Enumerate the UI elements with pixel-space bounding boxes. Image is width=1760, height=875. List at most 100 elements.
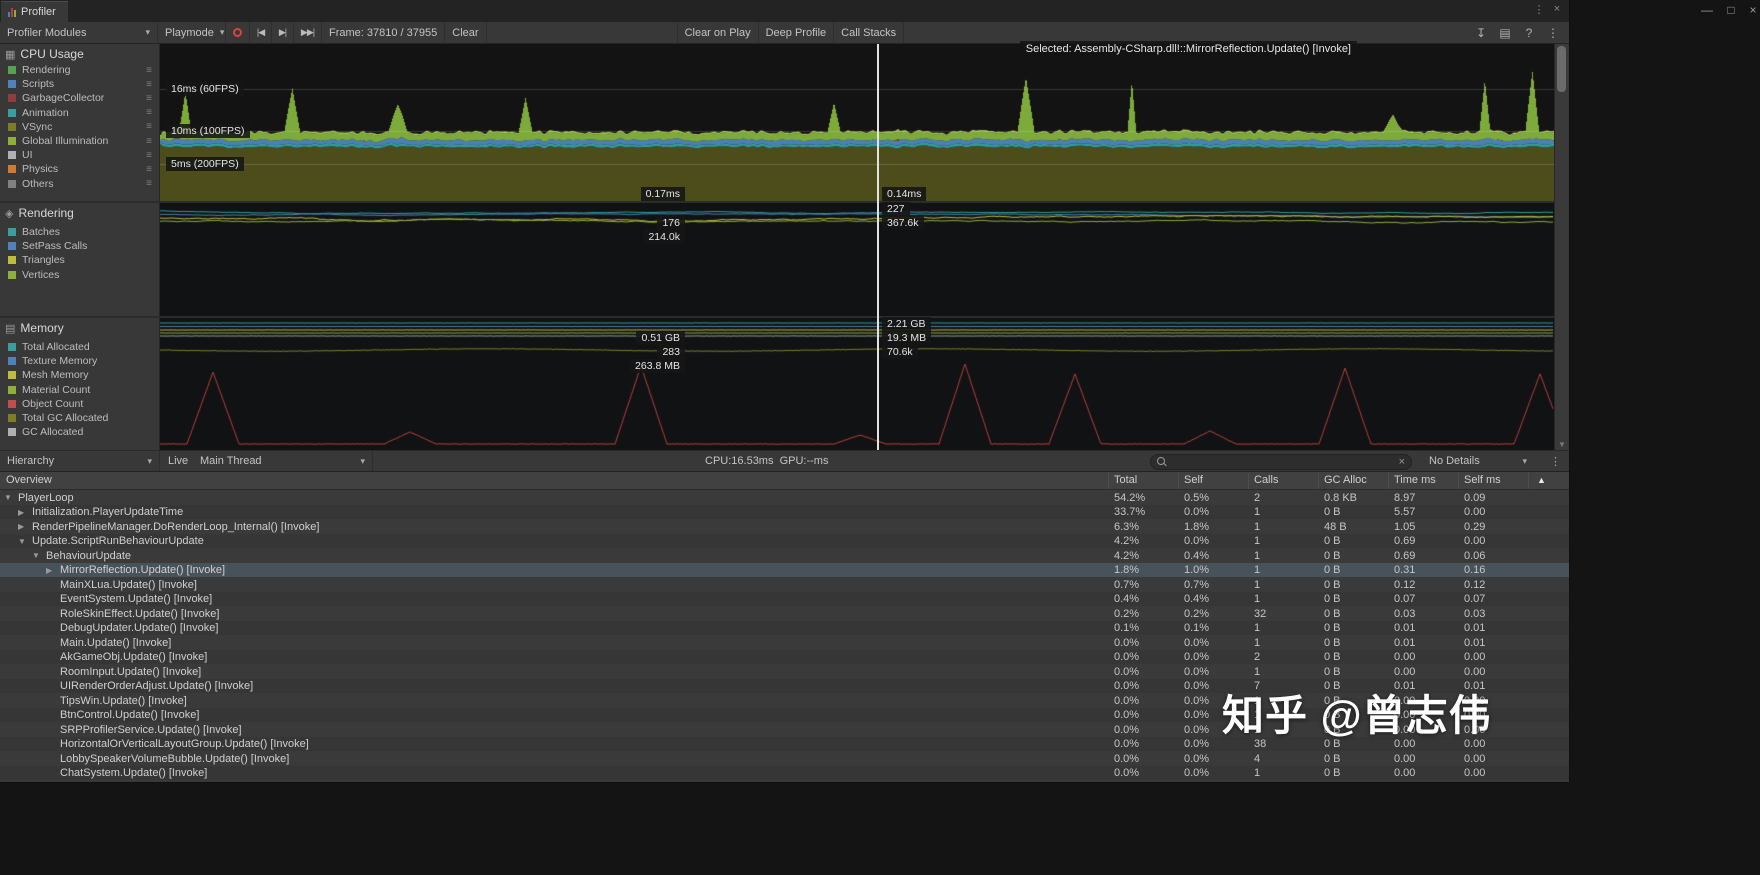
charts-area[interactable] xyxy=(160,44,1554,450)
charts-scrollbar[interactable]: ▼ xyxy=(1554,44,1568,450)
drag-handle-icon[interactable]: ≡ xyxy=(146,178,152,189)
drag-handle-icon[interactable]: ≡ xyxy=(146,150,152,161)
scrollbar-thumb[interactable] xyxy=(1557,46,1566,92)
view-mode-dropdown[interactable]: Hierarchy ▾ xyxy=(0,451,160,471)
legend-item-object-count[interactable]: Object Count xyxy=(0,397,160,411)
rendering-chart[interactable] xyxy=(160,203,1554,316)
memory-chart[interactable] xyxy=(160,318,1554,450)
maximize-icon[interactable]: □ xyxy=(1722,3,1740,17)
legend-item-others[interactable]: Others ≡ xyxy=(0,177,160,191)
column-divider[interactable] xyxy=(1528,473,1529,489)
legend-item-total-allocated[interactable]: Total Allocated xyxy=(0,340,160,354)
table-row[interactable]: MainXLua.Update() [Invoke] 0.7% 0.7% 1 0 B 0.… xyxy=(0,577,1569,592)
clear-button[interactable]: Clear xyxy=(444,22,487,43)
column-gc-alloc[interactable]: GC Alloc xyxy=(1324,474,1367,486)
table-row[interactable]: ▶ MirrorReflection.Update() [Invoke] 1.8% 1… xyxy=(0,562,1569,577)
sort-asc-icon[interactable]: ▲ xyxy=(1537,475,1546,485)
search-clear-icon[interactable]: × xyxy=(1399,456,1405,468)
table-row[interactable]: RoleSkinEffect.Update() [Invoke] 0.2% 0.2%… xyxy=(0,606,1569,621)
legend-item-total-gc-allocated[interactable]: Total GC Allocated xyxy=(0,411,160,425)
frame-selection-line[interactable] xyxy=(877,44,879,450)
minimize-icon[interactable]: — xyxy=(1698,3,1716,17)
cpu-usage-chart[interactable] xyxy=(160,44,1554,201)
next-frame-button[interactable]: ▶| xyxy=(272,22,294,43)
column-self[interactable]: Self xyxy=(1184,474,1203,486)
record-button[interactable] xyxy=(226,22,250,43)
table-row[interactable]: ▼ PlayerLoop 54.2% 0.5% 2 0.8 KB 8.97 0.09 xyxy=(0,490,1569,505)
legend-item-physics[interactable]: Physics ≡ xyxy=(0,162,160,176)
table-row[interactable]: EventSystem.Update() [Invoke] 0.4% 0.4% 1 0 … xyxy=(0,591,1569,606)
column-calls[interactable]: Calls xyxy=(1254,474,1278,486)
current-frame-button[interactable]: ▶▶| xyxy=(294,22,322,43)
legend-item-rendering[interactable]: Rendering ≡ xyxy=(0,63,160,77)
previous-frame-button[interactable]: |◀ xyxy=(250,22,272,43)
row-expand-icon[interactable]: ▶ xyxy=(46,566,52,575)
playmode-dropdown[interactable]: Playmode ▾ xyxy=(158,22,226,43)
legend-item-vsync[interactable]: VSync ≡ xyxy=(0,120,160,134)
column-overview[interactable]: Overview xyxy=(6,474,52,486)
titlebar[interactable]: Profiler ⋮ × xyxy=(0,0,1569,22)
row-expand-icon[interactable]: ▼ xyxy=(32,551,40,560)
table-row[interactable]: AkGameObj.Update() [Invoke] 0.0% 0.0% 2 0 B 0… xyxy=(0,649,1569,664)
table-row[interactable]: Main.Update() [Invoke] 0.0% 0.0% 1 0 B 0.01 0.… xyxy=(0,635,1569,650)
toolbar-menu-icon[interactable]: ⋮ xyxy=(1541,22,1565,43)
search-input[interactable] xyxy=(1172,456,1394,468)
table-row[interactable]: LobbySpeakerVolumeBubble.Update() [Invok… xyxy=(0,751,1569,766)
drag-handle-icon[interactable]: ≡ xyxy=(146,107,152,118)
row-expand-icon[interactable]: ▼ xyxy=(18,537,26,546)
clear-on-play-toggle[interactable]: Clear on Play xyxy=(676,22,759,43)
details-dropdown[interactable]: No Details ▾ xyxy=(1422,451,1534,471)
table-row[interactable]: ChatSystem.Update() [Invoke] 0.0% 0.0% 1 0 B… xyxy=(0,765,1569,780)
table-row[interactable]: RoomInput.Update() [Invoke] 0.0% 0.0% 1 0 B 0… xyxy=(0,664,1569,679)
tab-profiler[interactable]: Profiler xyxy=(1,1,68,22)
help-icon[interactable]: ? xyxy=(1517,22,1541,43)
deep-profile-toggle[interactable]: Deep Profile xyxy=(759,22,835,43)
legend-item-ui[interactable]: UI ≡ xyxy=(0,148,160,162)
table-row[interactable]: DebugUpdater.Update() [Invoke] 0.1% 0.1% 1 0… xyxy=(0,620,1569,635)
live-toggle[interactable]: Live xyxy=(161,451,195,471)
table-row[interactable]: ▼ BehaviourUpdate 4.2% 0.4% 1 0 B 0.69 0.06 xyxy=(0,548,1569,563)
row-expand-icon[interactable]: ▶ xyxy=(18,522,24,531)
row-expand-icon[interactable]: ▶ xyxy=(18,508,24,517)
legend-item-animation[interactable]: Animation ≡ xyxy=(0,106,160,120)
drag-handle-icon[interactable]: ≡ xyxy=(146,79,152,90)
column-self-ms[interactable]: Self ms xyxy=(1464,474,1501,486)
legend-item-triangles[interactable]: Triangles xyxy=(0,253,160,267)
table-row[interactable]: ▼ Update.ScriptRunBehaviourUpdate 4.2% 0.0%… xyxy=(0,533,1569,548)
legend-item-batches[interactable]: Batches xyxy=(0,225,160,239)
column-divider[interactable] xyxy=(1248,473,1249,489)
table-row[interactable]: ▶ RenderPipelineManager.DoRenderLoop_Inte… xyxy=(0,519,1569,534)
row-expand-icon[interactable]: ▼ xyxy=(4,493,12,502)
profiler-modules-dropdown[interactable]: Profiler Modules ▾ xyxy=(0,22,158,43)
search-box[interactable]: × xyxy=(1150,454,1412,470)
legend-item-texture-memory[interactable]: Texture Memory xyxy=(0,354,160,368)
drag-handle-icon[interactable]: ≡ xyxy=(146,65,152,76)
legend-item-material-count[interactable]: Material Count xyxy=(0,383,160,397)
report-icon[interactable]: ▤ xyxy=(1493,22,1517,43)
drag-handle-icon[interactable]: ≡ xyxy=(146,136,152,147)
column-divider[interactable] xyxy=(1388,473,1389,489)
legend-item-garbagecollector[interactable]: GarbageCollector ≡ xyxy=(0,91,160,105)
window-menu-icon[interactable]: ⋮ xyxy=(1531,3,1547,16)
table-row[interactable]: ▶ Initialization.PlayerUpdateTime 33.7% 0.0… xyxy=(0,504,1569,519)
column-total[interactable]: Total xyxy=(1114,474,1137,486)
drag-handle-icon[interactable]: ≡ xyxy=(146,93,152,104)
legend-item-mesh-memory[interactable]: Mesh Memory xyxy=(0,368,160,382)
legend-item-global-illumination[interactable]: Global Illumination ≡ xyxy=(0,134,160,148)
drag-handle-icon[interactable]: ≡ xyxy=(146,164,152,175)
module-header-memory[interactable]: ▤ Memory xyxy=(5,321,64,335)
details-menu-icon[interactable]: ⋮ xyxy=(1543,451,1568,471)
module-header-cpu[interactable]: ▦ CPU Usage xyxy=(5,47,84,61)
column-divider[interactable] xyxy=(1458,473,1459,489)
window-close-icon[interactable]: × xyxy=(1549,3,1565,15)
thread-dropdown[interactable]: Main Thread ▾ xyxy=(193,451,373,471)
close-icon[interactable]: × xyxy=(1744,3,1760,17)
column-divider[interactable] xyxy=(1108,473,1109,489)
column-divider[interactable] xyxy=(1178,473,1179,489)
legend-item-scripts[interactable]: Scripts ≡ xyxy=(0,77,160,91)
module-header-rendering[interactable]: ◈ Rendering xyxy=(5,206,74,220)
call-stacks-toggle[interactable]: Call Stacks xyxy=(834,22,905,43)
column-time-ms[interactable]: Time ms xyxy=(1394,474,1436,486)
export-icon[interactable]: ↧ xyxy=(1469,22,1493,43)
legend-item-vertices[interactable]: Vertices xyxy=(0,268,160,282)
